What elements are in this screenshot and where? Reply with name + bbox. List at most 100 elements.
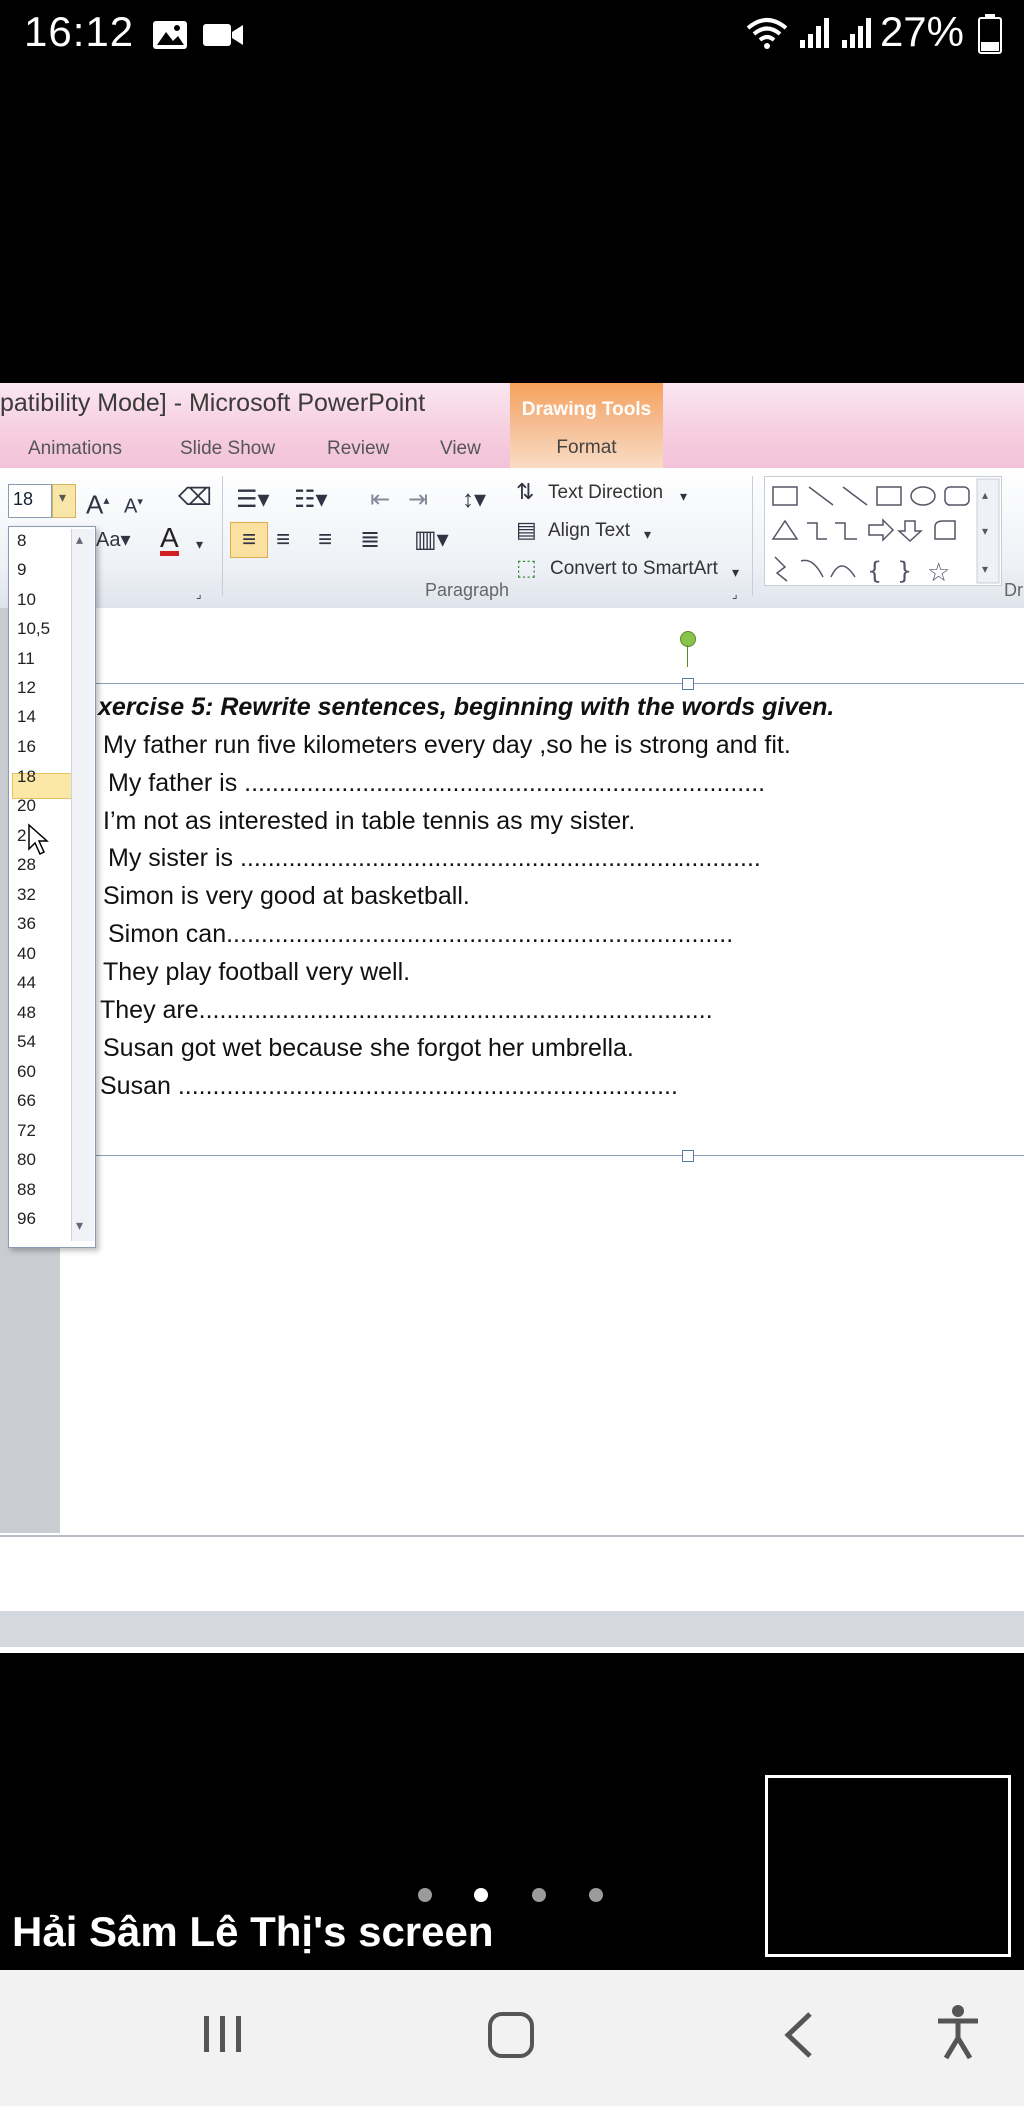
dialog-launcher-icon[interactable]: ⌟ <box>196 582 202 606</box>
font-size-option[interactable]: 9 <box>17 560 26 580</box>
ribbon: 18 ▾ A▴ A▾ ⌫ Aa▾ A ▾ ☰▾ ☷▾ ⇤ ⇥ ↕▾ ≡ ≡ ≡ … <box>0 468 1024 609</box>
textbox-border-bottom <box>40 1155 1024 1156</box>
exercise-line[interactable]: My sister is ...........................… <box>108 844 761 873</box>
window-title: patibility Mode] - Microsoft PowerPoint <box>0 389 426 417</box>
font-size-option[interactable]: 54 <box>17 1032 36 1052</box>
back-icon[interactable] <box>780 2010 820 2060</box>
exercise-line[interactable]: My father is ...........................… <box>108 769 765 798</box>
paragraph-group-label: Paragraph <box>425 580 510 600</box>
font-size-option[interactable]: 16 <box>17 737 36 757</box>
clear-formatting-icon[interactable]: ⌫ <box>178 486 212 510</box>
align-right-icon[interactable]: ≡ <box>318 528 332 552</box>
shapes-gallery[interactable]: { } ☆ ▴ ▾ ▾ <box>764 476 1002 588</box>
font-size-input[interactable]: 18 <box>8 484 52 518</box>
font-size-option[interactable]: 10 <box>17 590 36 610</box>
font-size-option[interactable]: 36 <box>17 914 36 934</box>
resize-handle-top[interactable] <box>682 678 694 690</box>
font-size-option[interactable]: 2 <box>17 826 26 846</box>
dialog-launcher-icon[interactable]: ⌟ <box>732 582 738 606</box>
scroll-up-icon[interactable]: ▴ <box>76 531 83 548</box>
font-size-option[interactable]: 14 <box>17 707 36 727</box>
exercise-title[interactable]: xercise 5: Rewrite sentences, beginning … <box>98 693 834 722</box>
columns-icon[interactable]: ▥▾ <box>414 528 449 552</box>
page-dot[interactable] <box>589 1888 603 1902</box>
exercise-line[interactable]: Susan got wet because she forgot her umb… <box>103 1034 634 1063</box>
font-size-option[interactable]: 48 <box>17 1003 36 1023</box>
accessibility-icon[interactable] <box>934 2004 982 2060</box>
tab-animations[interactable]: Animations <box>28 438 122 460</box>
scroll-down-icon[interactable]: ▾ <box>76 1217 83 1234</box>
exercise-line[interactable]: I’m not as interested in table tennis as… <box>103 807 635 836</box>
grow-font-icon[interactable]: A▴ <box>86 488 109 518</box>
wifi-icon <box>746 18 788 49</box>
align-text-button[interactable]: Align Text <box>548 520 630 542</box>
text-direction-icon: ⇅ <box>516 479 535 504</box>
page-dot[interactable] <box>532 1888 546 1902</box>
font-size-option[interactable]: 11 <box>17 649 35 669</box>
align-left-icon[interactable]: ≡ <box>230 522 268 558</box>
convert-to-smartart-button[interactable]: Convert to SmartArt <box>550 558 718 580</box>
font-size-dropdown-button[interactable]: ▾ <box>52 484 76 518</box>
chevron-down-icon: ▾ <box>59 489 67 505</box>
bullets-icon[interactable]: ☰▾ <box>236 488 270 512</box>
mouse-cursor-icon <box>28 823 49 856</box>
numbering-icon[interactable]: ☷▾ <box>294 488 328 512</box>
tab-format[interactable]: Format <box>510 437 663 459</box>
line-spacing-icon[interactable]: ↕▾ <box>462 488 486 512</box>
text-direction-button[interactable]: Text Direction <box>548 482 663 504</box>
svg-text:▴: ▴ <box>982 488 988 502</box>
font-size-option[interactable]: 12 <box>17 678 36 698</box>
chevron-down-icon: ▾ <box>644 526 652 542</box>
font-size-option[interactable]: 72 <box>17 1121 36 1141</box>
dropdown-scrollbar[interactable]: ▴ ▾ <box>71 529 94 1241</box>
exercise-line[interactable]: Susan ..................................… <box>100 1072 678 1101</box>
font-color-icon[interactable]: A <box>160 524 179 556</box>
page-indicator <box>414 1888 614 1908</box>
exercise-line[interactable]: Simon can...............................… <box>108 920 733 949</box>
font-size-option[interactable]: 20 <box>17 796 36 816</box>
font-size-option[interactable]: 28 <box>17 855 36 875</box>
font-size-option[interactable]: 96 <box>17 1209 36 1229</box>
status-time: 16:12 <box>24 8 135 55</box>
font-size-option[interactable]: 8 <box>17 531 26 551</box>
font-size-option[interactable]: 60 <box>17 1062 36 1082</box>
tab-slide-show[interactable]: Slide Show <box>180 438 275 460</box>
rotate-handle[interactable] <box>680 631 696 647</box>
change-case-icon[interactable]: Aa▾ <box>96 528 131 552</box>
font-size-option[interactable]: 32 <box>17 885 36 905</box>
increase-indent-icon[interactable]: ⇥ <box>408 488 428 512</box>
font-size-option[interactable]: 10,5 <box>17 619 50 639</box>
font-size-option[interactable]: 66 <box>17 1091 36 1111</box>
decrease-indent-icon[interactable]: ⇤ <box>370 488 390 512</box>
page-dot[interactable] <box>418 1888 432 1902</box>
exercise-line[interactable]: My father run five kilometers every day … <box>103 731 791 760</box>
exercise-line[interactable]: They are................................… <box>100 996 713 1025</box>
recent-apps-icon[interactable] <box>200 2012 248 2056</box>
font-size-option[interactable]: 44 <box>17 973 36 993</box>
svg-text:}: } <box>897 557 912 585</box>
font-size-option-selected[interactable]: 18 <box>17 767 36 787</box>
status-bar-strip <box>0 1611 1024 1647</box>
home-icon[interactable] <box>486 2010 536 2060</box>
svg-text:▾: ▾ <box>982 524 988 538</box>
shrink-font-icon[interactable]: A▾ <box>124 490 143 519</box>
font-size-option[interactable]: 80 <box>17 1150 36 1170</box>
page-dot-active[interactable] <box>474 1888 488 1902</box>
textbox-border-top <box>40 683 1024 684</box>
resize-handle-bottom[interactable] <box>682 1150 694 1162</box>
shared-screen: patibility Mode] - Microsoft PowerPoint … <box>0 383 1024 1653</box>
exercise-line[interactable]: Simon is very good at basketball. <box>103 882 470 911</box>
align-center-icon[interactable]: ≡ <box>276 528 290 552</box>
drawing-group-label: Dr <box>1004 580 1023 600</box>
tab-review[interactable]: Review <box>327 438 389 460</box>
font-size-dropdown-list[interactable]: 8 9 10 10,5 11 12 14 16 18 20 2 28 32 36… <box>8 526 96 1248</box>
justify-icon[interactable]: ≣ <box>360 528 380 552</box>
presenter-video-thumbnail[interactable] <box>765 1775 1011 1957</box>
chevron-down-icon[interactable]: ▾ <box>196 532 203 556</box>
chevron-down-icon: ▾ <box>680 488 688 504</box>
font-size-option[interactable]: 40 <box>17 944 36 964</box>
tab-view[interactable]: View <box>440 438 481 460</box>
font-size-option[interactable]: 88 <box>17 1180 36 1200</box>
exercise-line[interactable]: They play football very well. <box>103 958 410 987</box>
drawing-tools-contextual-tab[interactable]: Drawing Tools Format <box>510 383 663 468</box>
